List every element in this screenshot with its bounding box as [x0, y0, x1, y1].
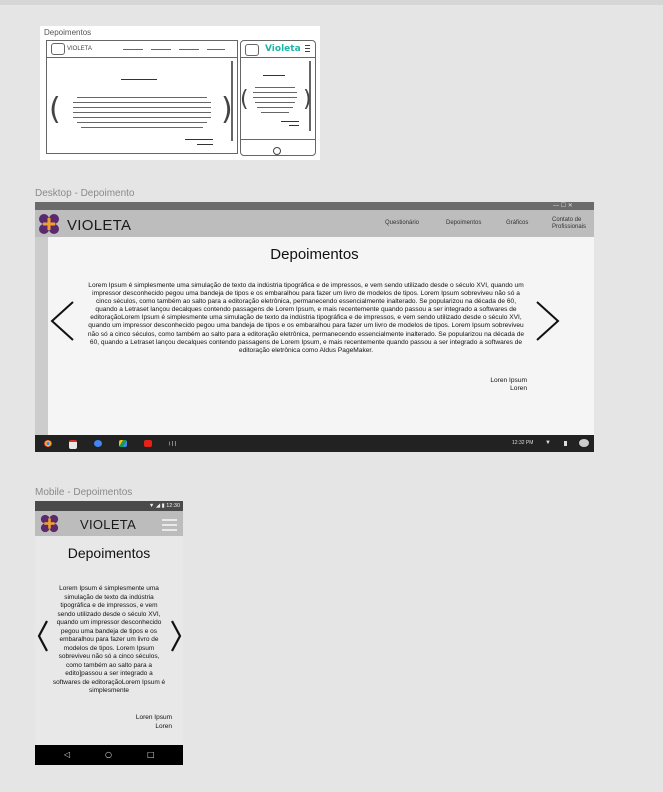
os-taskbar: 12:32 PM ▼ [35, 435, 594, 452]
apps-icon[interactable] [169, 441, 177, 446]
sketch-text-line [77, 122, 207, 123]
sketch-text-line [261, 112, 289, 113]
sketch-heading-line [263, 75, 285, 76]
sketch-author-line [289, 125, 299, 126]
status-time: 12:30 [166, 503, 180, 509]
author-subtitle: Loren [155, 722, 172, 730]
recents-icon[interactable]: □ [147, 745, 155, 765]
sketch-chevron-left-icon: ( [240, 87, 249, 112]
window-titlebar: — ☐ ✕ [35, 202, 594, 210]
chevron-left-icon[interactable] [37, 619, 49, 653]
chevron-right-icon[interactable] [170, 619, 182, 653]
sketch-text-line [73, 117, 211, 118]
sketch-chevron-right-icon: ) [303, 87, 312, 112]
page-title: Depoimentos [270, 246, 359, 263]
avatar[interactable] [579, 439, 589, 447]
desktop-frame-label[interactable]: Desktop - Depoimento [35, 188, 135, 199]
wifi-icon: ▼ [148, 503, 155, 509]
testimonial-text: Lorem Ipsum é simplesmente uma simulação… [52, 585, 166, 694]
mobile-frame: ▼ ◢ ▮ 12:30 VIOLETA Depoimentos Lorem Ip… [35, 501, 183, 765]
chrome-icon[interactable] [44, 440, 52, 447]
hamburger-menu-icon[interactable] [162, 519, 177, 534]
sketch-author-line [185, 139, 213, 140]
sketch-text-line [73, 112, 211, 113]
battery-icon: ▮ [161, 503, 165, 509]
wireframe-sketch[interactable]: Depoimentos VIOLETA ( ) Violeta ( ) [40, 26, 320, 160]
mobile-frame-label[interactable]: Mobile - Depoimentos [35, 487, 132, 498]
sketch-text-line [253, 92, 297, 93]
sketch-logo-icon [245, 44, 259, 56]
author-name: Loren Ipsum [490, 377, 527, 384]
sketch-text-line [253, 97, 297, 98]
chevron-left-icon[interactable] [49, 300, 75, 342]
docs-icon[interactable] [94, 440, 102, 447]
sketch-home-button-icon [273, 147, 281, 155]
testimonial-text: Lorem Ipsum é simplesmente uma simulação… [87, 282, 525, 354]
sketch-logo-icon [51, 43, 65, 55]
sketch-text-line [73, 107, 211, 108]
android-nav-bar: ◁ ○ □ [35, 745, 183, 765]
sketch-title: Depoimentos [44, 28, 92, 37]
canvas-top-bar [0, 0, 663, 5]
sketch-text-line [257, 107, 293, 108]
sketch-mobile-frame: Violeta ( ) [240, 40, 316, 156]
wifi-icon[interactable]: ▼ [545, 439, 551, 447]
desktop-navbar: VIOLETA Questionário Depoimentos Gráfico… [35, 210, 594, 237]
sketch-author-line [197, 144, 213, 145]
violeta-logo-icon[interactable] [38, 213, 60, 235]
sketch-nav-line [151, 49, 171, 50]
sketch-text-line [255, 87, 295, 88]
brand-name[interactable]: VIOLETA [80, 517, 136, 532]
sketch-nav-line [123, 49, 143, 50]
nav-questionario[interactable]: Questionário [385, 220, 419, 227]
mobile-status-bar: ▼ ◢ ▮ 12:30 [35, 501, 183, 511]
sketch-chevron-right-icon: ) [221, 92, 233, 127]
window-controls[interactable]: — ☐ ✕ [553, 202, 573, 210]
sketch-text-line [81, 127, 203, 128]
sketch-desktop-brand: VIOLETA [67, 46, 92, 52]
battery-icon[interactable] [564, 441, 567, 446]
sketch-chevron-left-icon: ( [49, 92, 61, 127]
sketch-text-line [73, 102, 211, 103]
home-icon[interactable]: ○ [105, 745, 112, 765]
desktop-frame: — ☐ ✕ VIOLETA Questionário Depoimentos G… [35, 202, 594, 452]
gmail-icon[interactable] [69, 440, 77, 449]
left-gutter [35, 237, 48, 435]
chevron-right-icon[interactable] [535, 300, 561, 342]
signal-icon: ◢ [155, 503, 161, 509]
youtube-icon[interactable] [144, 440, 152, 447]
sketch-desktop-frame: VIOLETA ( ) [46, 40, 238, 154]
nav-contato-profissionais[interactable]: Contato de Profissionais [552, 217, 592, 231]
brand-name[interactable]: VIOLETA [67, 217, 131, 234]
violeta-logo-icon[interactable] [40, 514, 59, 533]
sketch-mobile-brand: Violeta [265, 44, 301, 54]
sketch-bottom-line [241, 139, 315, 140]
sketch-author-line [281, 121, 299, 122]
testimonial-author: Loren Ipsum Loren [105, 714, 172, 731]
sketch-hamburger-icon [305, 45, 310, 54]
status-icons: ▼ ◢ ▮ 12:30 [149, 501, 180, 511]
back-icon[interactable]: ◁ [64, 745, 70, 765]
sketch-heading-line [121, 79, 157, 80]
nav-depoimentos[interactable]: Depoimentos [446, 220, 481, 227]
mobile-header: VIOLETA [35, 511, 183, 536]
drive-icon[interactable] [119, 440, 127, 447]
sketch-nav-line [179, 49, 199, 50]
author-subtitle: Loren [510, 385, 527, 392]
sketch-nav-line [207, 49, 225, 50]
testimonial-author: Loren Ipsum Loren [435, 377, 527, 393]
sketch-text-line [77, 97, 207, 98]
taskbar-clock[interactable]: 12:32 PM [512, 439, 533, 447]
page-title: Depoimentos [67, 545, 151, 561]
nav-graficos[interactable]: Gráficos [506, 220, 528, 227]
sketch-text-line [255, 102, 295, 103]
author-name: Loren Ipsum [135, 714, 172, 721]
